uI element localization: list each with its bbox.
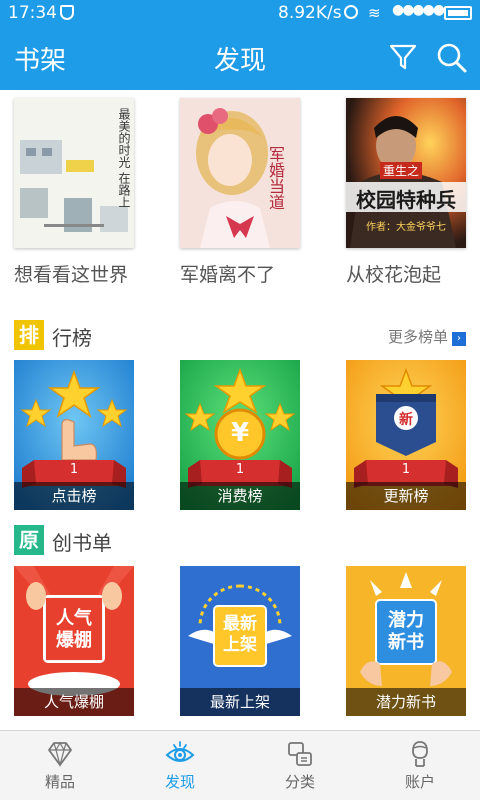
rank-number: 1 xyxy=(401,462,411,477)
book-list-card-newest[interactable]: 最新 上架 最新上架 xyxy=(180,566,300,716)
wifi-icon: ≋ xyxy=(368,4,381,22)
network-speed: 8.92K/s xyxy=(278,3,342,23)
card-caption: 人气爆棚 xyxy=(14,688,134,716)
top-bar: 17:34 8.92K/s ≋ ●●●●● 书架 发现 xyxy=(0,0,480,90)
book-title[interactable]: 从校花泡起 xyxy=(346,260,480,287)
more-rankings-link[interactable]: 更多榜单 › xyxy=(388,326,466,347)
eye-icon xyxy=(165,741,195,762)
search-icon[interactable] xyxy=(436,42,468,74)
book-list-badge: 潜力 新书 xyxy=(388,610,424,653)
bottom-nav: 精品 发现 分类 账户 xyxy=(0,730,480,800)
featured-book[interactable]: 重生之 校园特种兵 作者：大金爷爷七 从校花泡起 xyxy=(346,98,466,286)
book-cover[interactable]: 最美的时光 在路上 xyxy=(14,98,134,248)
nav-label: 分类 xyxy=(284,773,315,791)
user-icon xyxy=(412,741,428,767)
more-rankings-label: 更多榜单 xyxy=(387,328,448,346)
category-icon xyxy=(288,742,312,766)
book-list-badge: 人气 爆棚 xyxy=(56,608,92,651)
cover-text: 最美的时光 在路上 xyxy=(117,108,131,208)
ranking-section-header: 排 行榜 更多榜单 › xyxy=(14,320,466,350)
yen-icon: ¥ xyxy=(230,418,250,448)
status-bar: 17:34 8.92K/s ≋ ●●●●● xyxy=(0,0,480,28)
new-badge: 新 xyxy=(399,412,413,428)
book-cover[interactable]: 军婚当道 xyxy=(180,98,300,248)
cover-author: 作者：大金爷爷七 xyxy=(366,222,446,233)
featured-book[interactable]: 军婚当道 军婚离不了 xyxy=(180,98,300,286)
status-time: 17:34 xyxy=(8,3,57,23)
battery-icon xyxy=(444,6,472,20)
ranking-card-updates[interactable]: 新 1 更新榜 xyxy=(346,360,466,510)
card-caption: 更新榜 xyxy=(346,482,466,510)
nav-label: 账户 xyxy=(404,773,435,791)
nav-label: 精品 xyxy=(44,773,75,791)
original-section-header: 原 创书单 xyxy=(14,525,466,555)
nav-label: 发现 xyxy=(164,773,195,791)
card-caption: 消费榜 xyxy=(180,482,300,510)
card-caption: 点击榜 xyxy=(14,482,134,510)
ranking-card-spending[interactable]: ¥ 1 消费榜 xyxy=(180,360,300,510)
book-title[interactable]: 想看看这世界 xyxy=(14,260,174,287)
ranking-card-clicks[interactable]: 1 点击榜 xyxy=(14,360,134,510)
section-label: 创书单 xyxy=(52,531,112,555)
shield-icon xyxy=(60,5,74,20)
chevron-right-icon: › xyxy=(452,332,466,346)
bookshelf-link[interactable]: 书架 xyxy=(14,40,66,77)
nav-tab-featured[interactable]: 精品 xyxy=(0,731,120,800)
nav-tab-account[interactable]: 账户 xyxy=(360,731,480,800)
cover-text: 军婚当道 xyxy=(266,146,285,210)
card-caption: 潜力新书 xyxy=(346,688,466,716)
rank-number: 1 xyxy=(235,462,245,477)
nav-tab-category[interactable]: 分类 xyxy=(240,731,360,800)
book-title[interactable]: 军婚离不了 xyxy=(180,260,340,287)
rank-number: 1 xyxy=(69,462,79,477)
nav-tab-discover[interactable]: 发现 xyxy=(120,731,240,800)
signal-icon: ●●●●● xyxy=(392,2,445,18)
featured-book[interactable]: 最美的时光 在路上 想看看这世界 xyxy=(14,98,134,286)
book-list-badge: 最新 上架 xyxy=(223,614,257,655)
diamond-icon xyxy=(48,741,72,768)
section-tag: 排 xyxy=(14,320,44,350)
alarm-icon xyxy=(344,5,358,19)
section-label: 行榜 xyxy=(52,326,92,350)
section-tag: 原 xyxy=(14,525,44,555)
cover-subtitle: 重生之 xyxy=(380,162,423,179)
book-list-card-popular[interactable]: 人气 爆棚 人气爆棚 xyxy=(14,566,134,716)
cover-text: 校园特种兵 xyxy=(356,188,456,212)
card-caption: 最新上架 xyxy=(180,688,300,716)
book-cover[interactable]: 重生之 校园特种兵 作者：大金爷爷七 xyxy=(346,98,466,248)
book-list-card-potential[interactable]: 潜力 新书 潜力新书 xyxy=(346,566,466,716)
filter-icon[interactable] xyxy=(388,42,418,72)
